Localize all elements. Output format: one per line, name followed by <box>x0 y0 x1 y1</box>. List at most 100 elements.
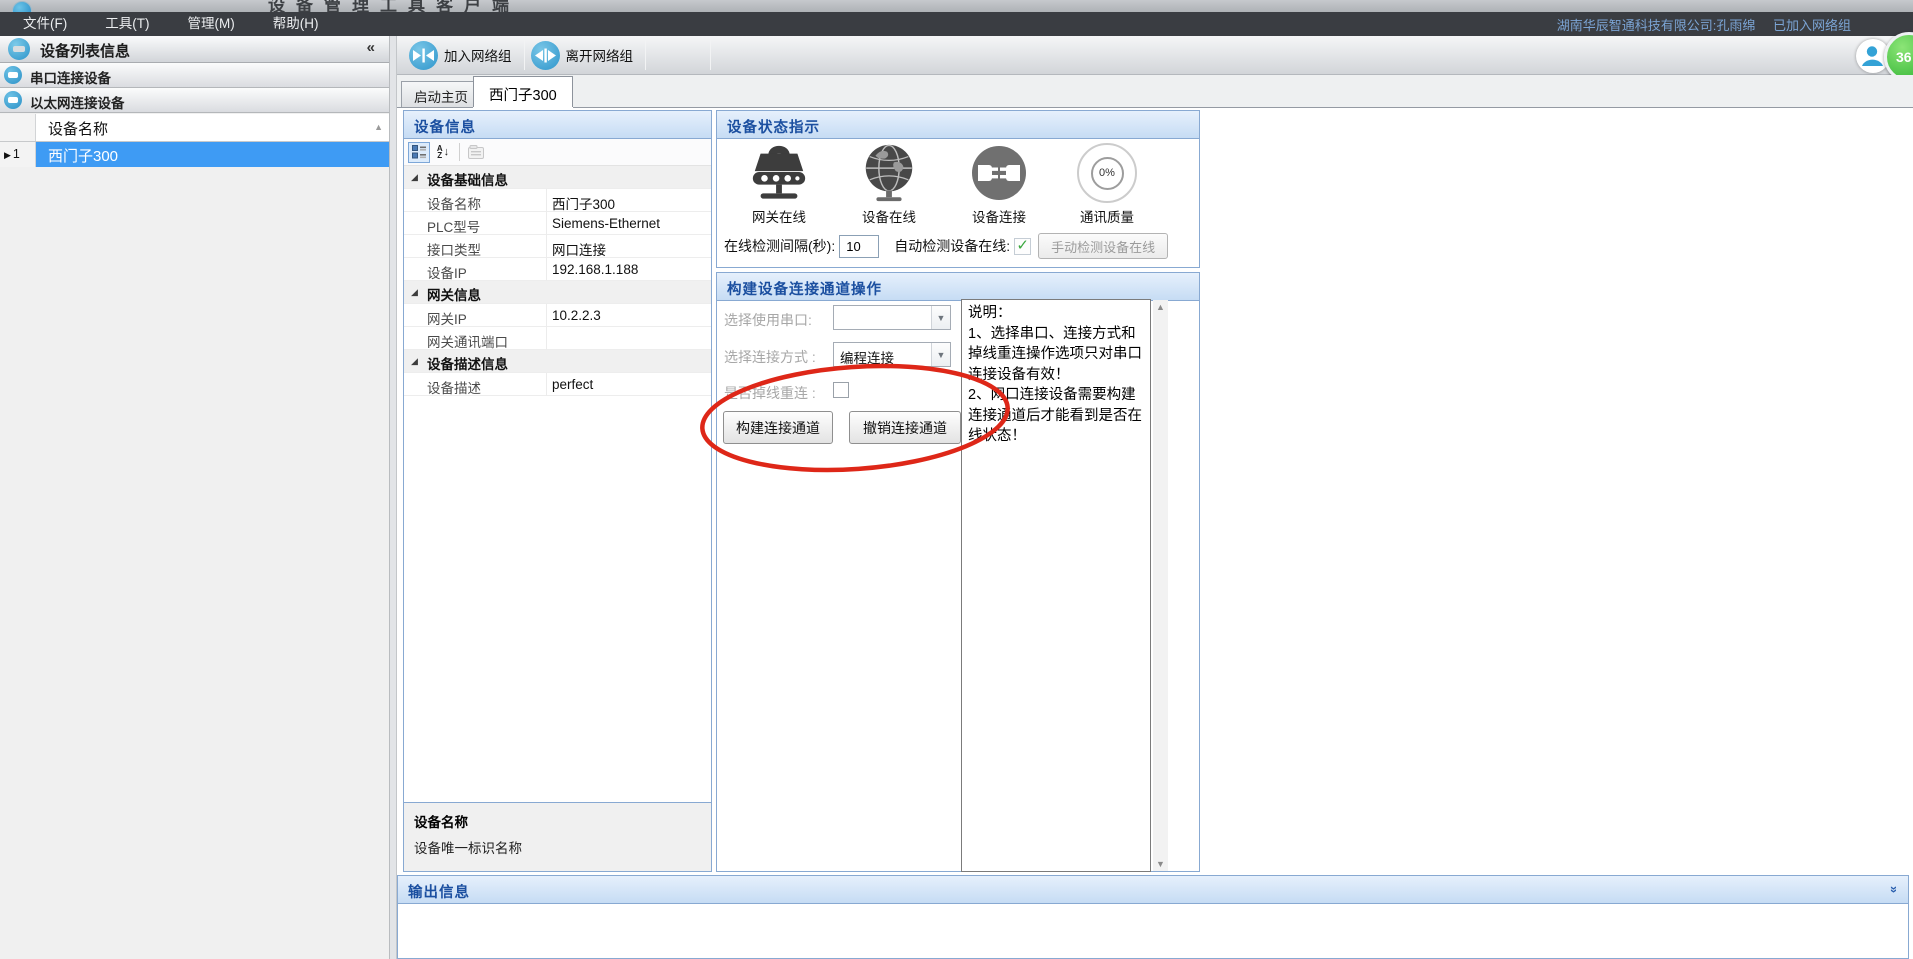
property-row-gateway-port[interactable]: 网关通讯端口 <box>404 327 711 350</box>
device-online-indicator: 设备在线 <box>853 143 925 226</box>
auto-detect-label: 自动检测设备在线: <box>894 236 1010 256</box>
device-table: 设备名称 ▲ ▶1 西门子300 <box>0 114 389 959</box>
property-grid-toolbar: AZ ↓ <box>404 139 711 166</box>
device-info-panel-header: 设备信息 <box>404 111 711 139</box>
property-category[interactable]: ◢ 网关信息 <box>404 281 711 304</box>
help-line: 1、选择串口、连接方式和掉线重连操作选项只对串口连接设备有效！ <box>968 324 1144 386</box>
output-panel-header: 输出信息 <box>398 876 1908 904</box>
help-line: 说明： <box>968 303 1144 324</box>
alphabetical-sort-icon[interactable]: AZ ↓ <box>432 142 454 163</box>
connect-mode-label: 选择连接方式 : <box>724 347 816 367</box>
app-icon <box>12 1 32 12</box>
device-table-header[interactable]: 设备名称 ▲ <box>0 114 389 142</box>
manual-detect-button[interactable]: 手动检测设备在线 <box>1038 233 1168 259</box>
revoke-channel-button[interactable]: 撤销连接通道 <box>849 411 961 444</box>
menu-help[interactable]: 帮助(H) <box>260 12 332 36</box>
channel-operations-panel: 构建设备连接通道操作 选择使用串口: ▼ 选择连接方式 : 编程连接 ▼ 是否掉… <box>716 272 1200 872</box>
build-channel-button[interactable]: 构建连接通道 <box>723 411 833 444</box>
sidebar-item-serial-devices[interactable]: 串口连接设备 <box>0 63 389 88</box>
property-row-interface-type[interactable]: 接口类型 网口连接 <box>404 235 711 258</box>
sidebar-header: 设备列表信息 « <box>0 36 389 63</box>
ethernet-device-icon <box>4 91 22 109</box>
window-title: 设备管理工具客户端 <box>268 0 520 12</box>
leave-network-group-button[interactable]: 离开网络组 <box>527 38 644 73</box>
row-header: ▶1 <box>0 142 36 167</box>
help-line: 2、网口连接设备需要构建连接通道后才能看到是否在线状态！ <box>968 385 1144 447</box>
document-tabbar: 启动主页 西门子300 <box>397 75 1913 108</box>
reconnect-label: 是否掉线重连 : <box>724 383 816 403</box>
sidebar-title: 设备列表信息 <box>40 40 130 61</box>
table-corner-cell <box>0 114 36 141</box>
scroll-down-icon[interactable]: ▼ <box>1153 859 1168 869</box>
property-row-plc-model[interactable]: PLC型号 Siemens-Ethernet <box>404 212 711 235</box>
comm-quality-indicator: 0% 通讯质量 <box>1069 143 1145 226</box>
sidebar-collapse-icon[interactable]: « <box>367 39 375 56</box>
property-category[interactable]: ◢ 设备基础信息 <box>404 166 711 189</box>
toolbar-separator <box>710 40 711 70</box>
connect-mode-combo[interactable]: 编程连接 ▼ <box>833 342 951 367</box>
main-toolbar: 加入网络组 离开网络组 <box>397 36 1913 75</box>
device-connect-indicator: 设备连接 <box>963 143 1035 226</box>
gateway-online-indicator: 网关在线 <box>741 143 817 226</box>
categorized-view-icon[interactable] <box>408 142 430 163</box>
expander-icon[interactable]: ◢ <box>411 172 418 183</box>
device-list-sidebar: 设备列表信息 « 串口连接设备 以太网连接设备 设备名称 ▲ ▶1 西门子300 <box>0 36 390 959</box>
tab-siemens300[interactable]: 西门子300 <box>473 76 573 107</box>
device-status-panel: 设备状态指示 网关在线 <box>716 110 1200 268</box>
scroll-up-icon[interactable]: ▲ <box>1153 302 1168 312</box>
tab-start-home[interactable]: 启动主页 <box>401 81 481 107</box>
table-row[interactable]: ▶1 西门子300 <box>0 142 389 167</box>
sort-asc-icon: ▲ <box>374 122 383 132</box>
reconnect-checkbox[interactable] <box>833 382 849 398</box>
property-description-box: 设备名称 设备唯一标识名称 <box>404 802 711 871</box>
help-text-box: 说明： 1、选择串口、连接方式和掉线重连操作选项只对串口连接设备有效！ 2、网口… <box>961 299 1151 872</box>
interval-input[interactable] <box>839 235 879 258</box>
chevron-down-icon[interactable]: ▼ <box>931 306 950 329</box>
network-status-label: 已加入网络组 <box>1773 18 1851 33</box>
serial-port-label: 选择使用串口: <box>724 310 812 330</box>
sidebar-splitter[interactable] <box>390 36 397 959</box>
property-pages-icon <box>465 142 487 163</box>
company-user-label: 湖南华辰智通科技有限公司:孔雨绵 <box>1557 18 1756 33</box>
output-panel: 输出信息 « <box>397 875 1909 959</box>
property-category[interactable]: ◢ 设备描述信息 <box>404 350 711 373</box>
device-info-panel: 设备信息 AZ ↓ ◢ 设备基础信息 设备名称 西门子300 PLC型号 Sie… <box>403 110 712 872</box>
join-network-icon <box>409 41 438 70</box>
company-user-status: 湖南华辰智通科技有限公司:孔雨绵 已加入网络组 <box>1543 15 1851 34</box>
expander-icon[interactable]: ◢ <box>411 287 418 298</box>
globe-icon <box>853 143 925 203</box>
toolbar-separator <box>645 40 646 70</box>
gateway-icon <box>741 143 817 203</box>
menu-tools[interactable]: 工具(T) <box>92 12 162 36</box>
application-window: 设备管理工具客户端 文件(F) 工具(T) 管理(M) 帮助(H) 设备列表信息… <box>0 0 1913 959</box>
channel-panel-header: 构建设备连接通道操作 <box>717 273 1199 301</box>
device-name-cell: 西门子300 <box>36 142 389 167</box>
menu-file[interactable]: 文件(F) <box>10 12 80 36</box>
help-scrollbar[interactable]: ▲ ▼ <box>1153 300 1168 871</box>
property-row-device-description[interactable]: 设备描述 perfect <box>404 373 711 396</box>
description-title: 设备名称 <box>414 811 701 831</box>
property-row-gateway-ip[interactable]: 网关IP 10.2.2.3 <box>404 304 711 327</box>
status-panel-header: 设备状态指示 <box>717 111 1199 139</box>
property-row-device-ip[interactable]: 设备IP 192.168.1.188 <box>404 258 711 281</box>
column-header-device-name: 设备名称 <box>48 118 108 139</box>
toolbar-separator <box>459 143 460 161</box>
join-network-group-button[interactable]: 加入网络组 <box>405 38 522 73</box>
serial-port-combo[interactable]: ▼ <box>833 305 951 330</box>
status-controls-row: 在线检测间隔(秒): 自动检测设备在线: ✓ 手动检测设备在线 <box>717 233 1199 259</box>
sidebar-item-ethernet-devices[interactable]: 以太网连接设备 <box>0 88 389 113</box>
output-collapse-icon[interactable]: « <box>1885 886 1900 893</box>
menu-manage[interactable]: 管理(M) <box>175 12 248 36</box>
interval-label: 在线检测间隔(秒): <box>724 236 835 256</box>
window-titlebar: 设备管理工具客户端 <box>0 0 1913 12</box>
auto-detect-checkbox[interactable]: ✓ <box>1014 238 1031 255</box>
leave-network-icon <box>531 41 560 70</box>
toolbar-separator <box>524 40 525 70</box>
chevron-down-icon[interactable]: ▼ <box>931 343 950 366</box>
quality-percent: 0% <box>1091 157 1124 190</box>
device-list-icon <box>8 38 30 60</box>
row-marker-icon: ▶ <box>4 150 11 160</box>
plug-icon <box>963 143 1035 203</box>
property-row-device-name[interactable]: 设备名称 西门子300 <box>404 189 711 212</box>
expander-icon[interactable]: ◢ <box>411 356 418 367</box>
